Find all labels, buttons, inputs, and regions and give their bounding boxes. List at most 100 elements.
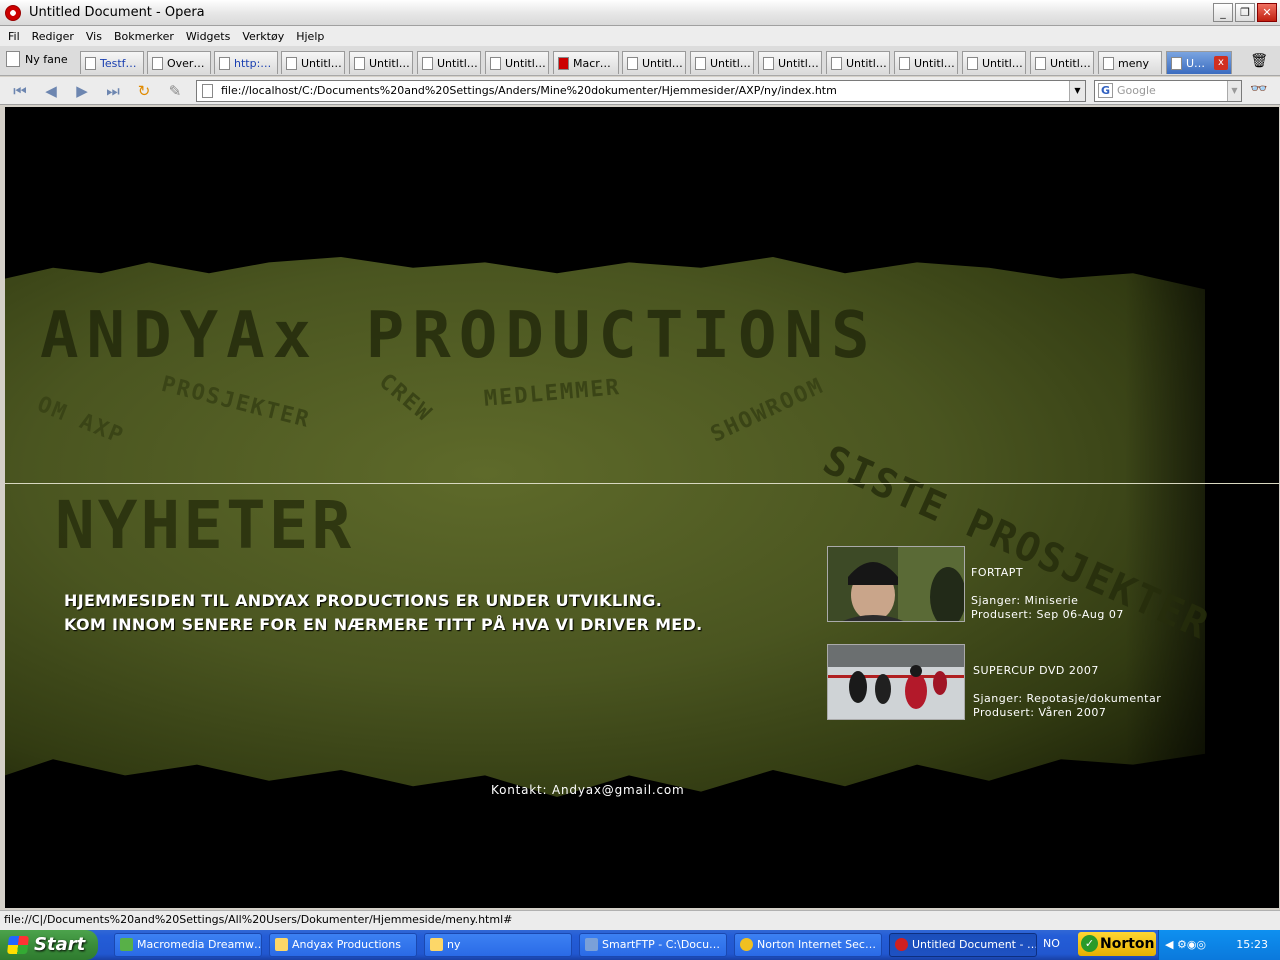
page-icon xyxy=(899,56,910,70)
start-button[interactable]: Start xyxy=(0,930,98,960)
page-icon xyxy=(627,56,638,70)
project-info: FORTAPT Sjanger: Miniserie Produsert: Se… xyxy=(971,566,1124,622)
folder-icon xyxy=(430,938,443,951)
address-url: file://localhost/C:/Documents%20and%20Se… xyxy=(221,84,837,97)
taskbar-item[interactable]: ny xyxy=(424,933,572,957)
tab-item[interactable]: Untitl… xyxy=(690,51,754,74)
project-card[interactable]: SUPERCUP DVD 2007 Sjanger: Repotasje/dok… xyxy=(827,644,1187,722)
project-card[interactable]: FORTAPT Sjanger: Miniserie Produsert: Se… xyxy=(827,546,1187,624)
tab-label: Untitl… xyxy=(1050,56,1091,70)
tab-item[interactable]: Untitl… xyxy=(826,51,890,74)
google-icon: G xyxy=(1098,83,1113,98)
tab-label: http:… xyxy=(234,56,272,70)
address-dropdown-icon[interactable]: ▼ xyxy=(1069,81,1085,101)
tab-item[interactable]: Testf… xyxy=(80,51,144,74)
tab-label: Untitl… xyxy=(505,56,546,70)
tab-item[interactable]: meny xyxy=(1098,51,1162,74)
taskbar-item[interactable]: Norton Internet Sec… xyxy=(734,933,882,957)
trash-icon[interactable]: 🗑 xyxy=(1250,53,1268,69)
tab-label: Untitl… xyxy=(710,56,751,70)
folder-icon xyxy=(275,938,288,951)
menu-rediger[interactable]: Rediger xyxy=(32,30,74,43)
tab-label: Untitl… xyxy=(846,56,887,70)
taskbar-item[interactable]: SmartFTP - C:\Docu… xyxy=(579,933,727,957)
menu-widgets[interactable]: Widgets xyxy=(186,30,230,43)
intro-line: Kom innom senere for en nærmere titt på … xyxy=(64,615,703,634)
checkmark-icon: ✓ xyxy=(1081,935,1098,952)
page-icon xyxy=(967,56,978,70)
intro-text: Hjemmesiden til Andyax Productions er un… xyxy=(64,589,702,637)
restore-button[interactable]: ❐ xyxy=(1235,3,1255,22)
tab-label: Untitl… xyxy=(437,56,478,70)
taskbar-item[interactable]: Macromedia Dreamw… xyxy=(114,933,262,957)
menu-bokmerker[interactable]: Bokmerker xyxy=(114,30,174,43)
start-label: Start xyxy=(34,934,86,955)
taskbar-item-label: Andyax Productions xyxy=(292,938,401,951)
menu-fil[interactable]: Fil xyxy=(8,30,20,43)
tab-label: Untitl… xyxy=(982,56,1023,70)
tab-label: Untitl… xyxy=(914,56,955,70)
tray-icons[interactable]: ⚙◉◎ xyxy=(1177,938,1206,951)
tab-label: Over… xyxy=(167,56,205,70)
tab-item[interactable]: http:… xyxy=(214,51,278,74)
tab-item[interactable]: Untitl… xyxy=(894,51,958,74)
new-tab-label: Ny fane xyxy=(25,52,68,66)
tab-label: Untitl… xyxy=(642,56,683,70)
edit-icon[interactable]: ✎ xyxy=(165,82,185,100)
intro-line: Hjemmesiden til Andyax Productions er un… xyxy=(64,591,663,610)
page-icon xyxy=(152,56,163,70)
tab-item[interactable]: Macr… xyxy=(553,51,619,74)
taskbar-item-active[interactable]: Untitled Document - … xyxy=(889,933,1037,957)
tab-item[interactable]: Untitl… xyxy=(1030,51,1094,74)
tab-item[interactable]: Untitl… xyxy=(281,51,345,74)
tab-label: Untitl… xyxy=(369,56,410,70)
tab-active[interactable]: U… x xyxy=(1166,51,1232,74)
menu-verktoy[interactable]: Verktøy xyxy=(242,30,284,43)
project-thumbnail[interactable] xyxy=(827,644,965,720)
taskbar-item[interactable]: Andyax Productions xyxy=(269,933,417,957)
back-icon[interactable]: ◀ xyxy=(41,82,61,100)
search-placeholder: Google xyxy=(1117,84,1156,97)
tab-item[interactable]: Untitl… xyxy=(485,51,549,74)
new-tab-button[interactable]: Ny fane xyxy=(6,51,68,67)
windows-flag-icon xyxy=(7,936,29,954)
menu-vis[interactable]: Vis xyxy=(86,30,102,43)
tab-item[interactable]: Untitl… xyxy=(758,51,822,74)
rewind-icon[interactable]: ⏮ xyxy=(10,82,30,100)
tab-label: U… xyxy=(1186,56,1206,70)
contact-text[interactable]: Kontakt: Andyax@gmail.com xyxy=(491,783,685,797)
site-logo: ANDYAx PRODUCTIONS xyxy=(40,299,878,373)
search-dropdown-icon[interactable]: ▼ xyxy=(1227,81,1241,101)
reload-icon[interactable]: ↻ xyxy=(134,82,154,100)
adobe-icon xyxy=(558,56,569,70)
search-input[interactable]: G Google ▼ xyxy=(1094,80,1242,102)
menu-hjelp[interactable]: Hjelp xyxy=(296,30,324,43)
fast-forward-icon[interactable]: ⏭ xyxy=(103,82,123,100)
page-icon xyxy=(202,84,213,98)
language-indicator[interactable]: NO xyxy=(1043,937,1060,950)
page-icon xyxy=(831,56,842,70)
page-icon xyxy=(354,56,365,70)
tab-item[interactable]: Untitl… xyxy=(962,51,1026,74)
project-genre: Sjanger: Repotasje/dokumentar xyxy=(973,692,1162,705)
forward-icon[interactable]: ▶ xyxy=(72,82,92,100)
minimize-button[interactable]: _ xyxy=(1213,3,1233,22)
tab-item[interactable]: Untitl… xyxy=(349,51,413,74)
tab-bar: Ny fane Testf… Over… http:… Untitl… Unti… xyxy=(0,46,1280,76)
project-title: SUPERCUP DVD 2007 xyxy=(973,664,1099,677)
dreamweaver-icon xyxy=(120,938,133,951)
norton-button[interactable]: ✓ Norton xyxy=(1078,932,1156,956)
project-produced: Produsert: Sep 06-Aug 07 xyxy=(971,608,1124,621)
tray-expand-icon[interactable]: ◀ xyxy=(1165,938,1173,951)
tab-item[interactable]: Untitl… xyxy=(622,51,686,74)
tab-item[interactable]: Untitl… xyxy=(417,51,481,74)
tab-item[interactable]: Over… xyxy=(147,51,211,74)
page-icon xyxy=(286,56,297,70)
close-tab-button[interactable]: x xyxy=(1214,56,1228,70)
tab-label: Untitl… xyxy=(301,56,342,70)
project-thumbnail[interactable] xyxy=(827,546,965,622)
glasses-icon[interactable]: 👓 xyxy=(1250,81,1267,97)
address-bar[interactable]: file://localhost/C:/Documents%20and%20Se… xyxy=(196,80,1086,102)
close-window-button[interactable]: ✕ xyxy=(1257,3,1277,22)
tab-label: Untitl… xyxy=(778,56,819,70)
